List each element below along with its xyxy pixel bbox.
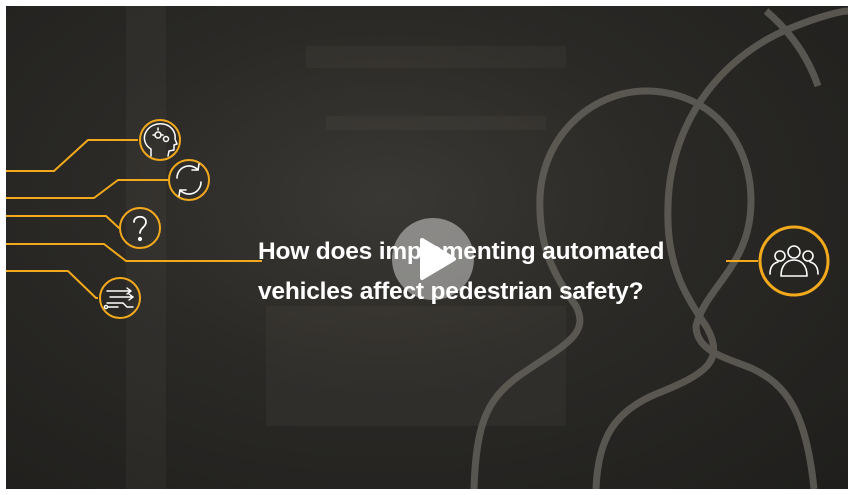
question-line-2: vehicles affect pedestrian safety? (258, 278, 644, 305)
question-line-1: How does implementing automated (258, 238, 665, 265)
play-icon (420, 238, 456, 280)
play-button[interactable] (392, 218, 474, 300)
video-question-text: How does implementing automated vehicles… (258, 232, 778, 312)
head-gears-icon (143, 123, 178, 157)
question-mark-icon (133, 215, 147, 242)
video-player[interactable]: How does implementing automated vehicles… (6, 6, 848, 489)
circuit-arrows-icon (103, 287, 135, 310)
refresh-cycle-icon (176, 163, 202, 197)
